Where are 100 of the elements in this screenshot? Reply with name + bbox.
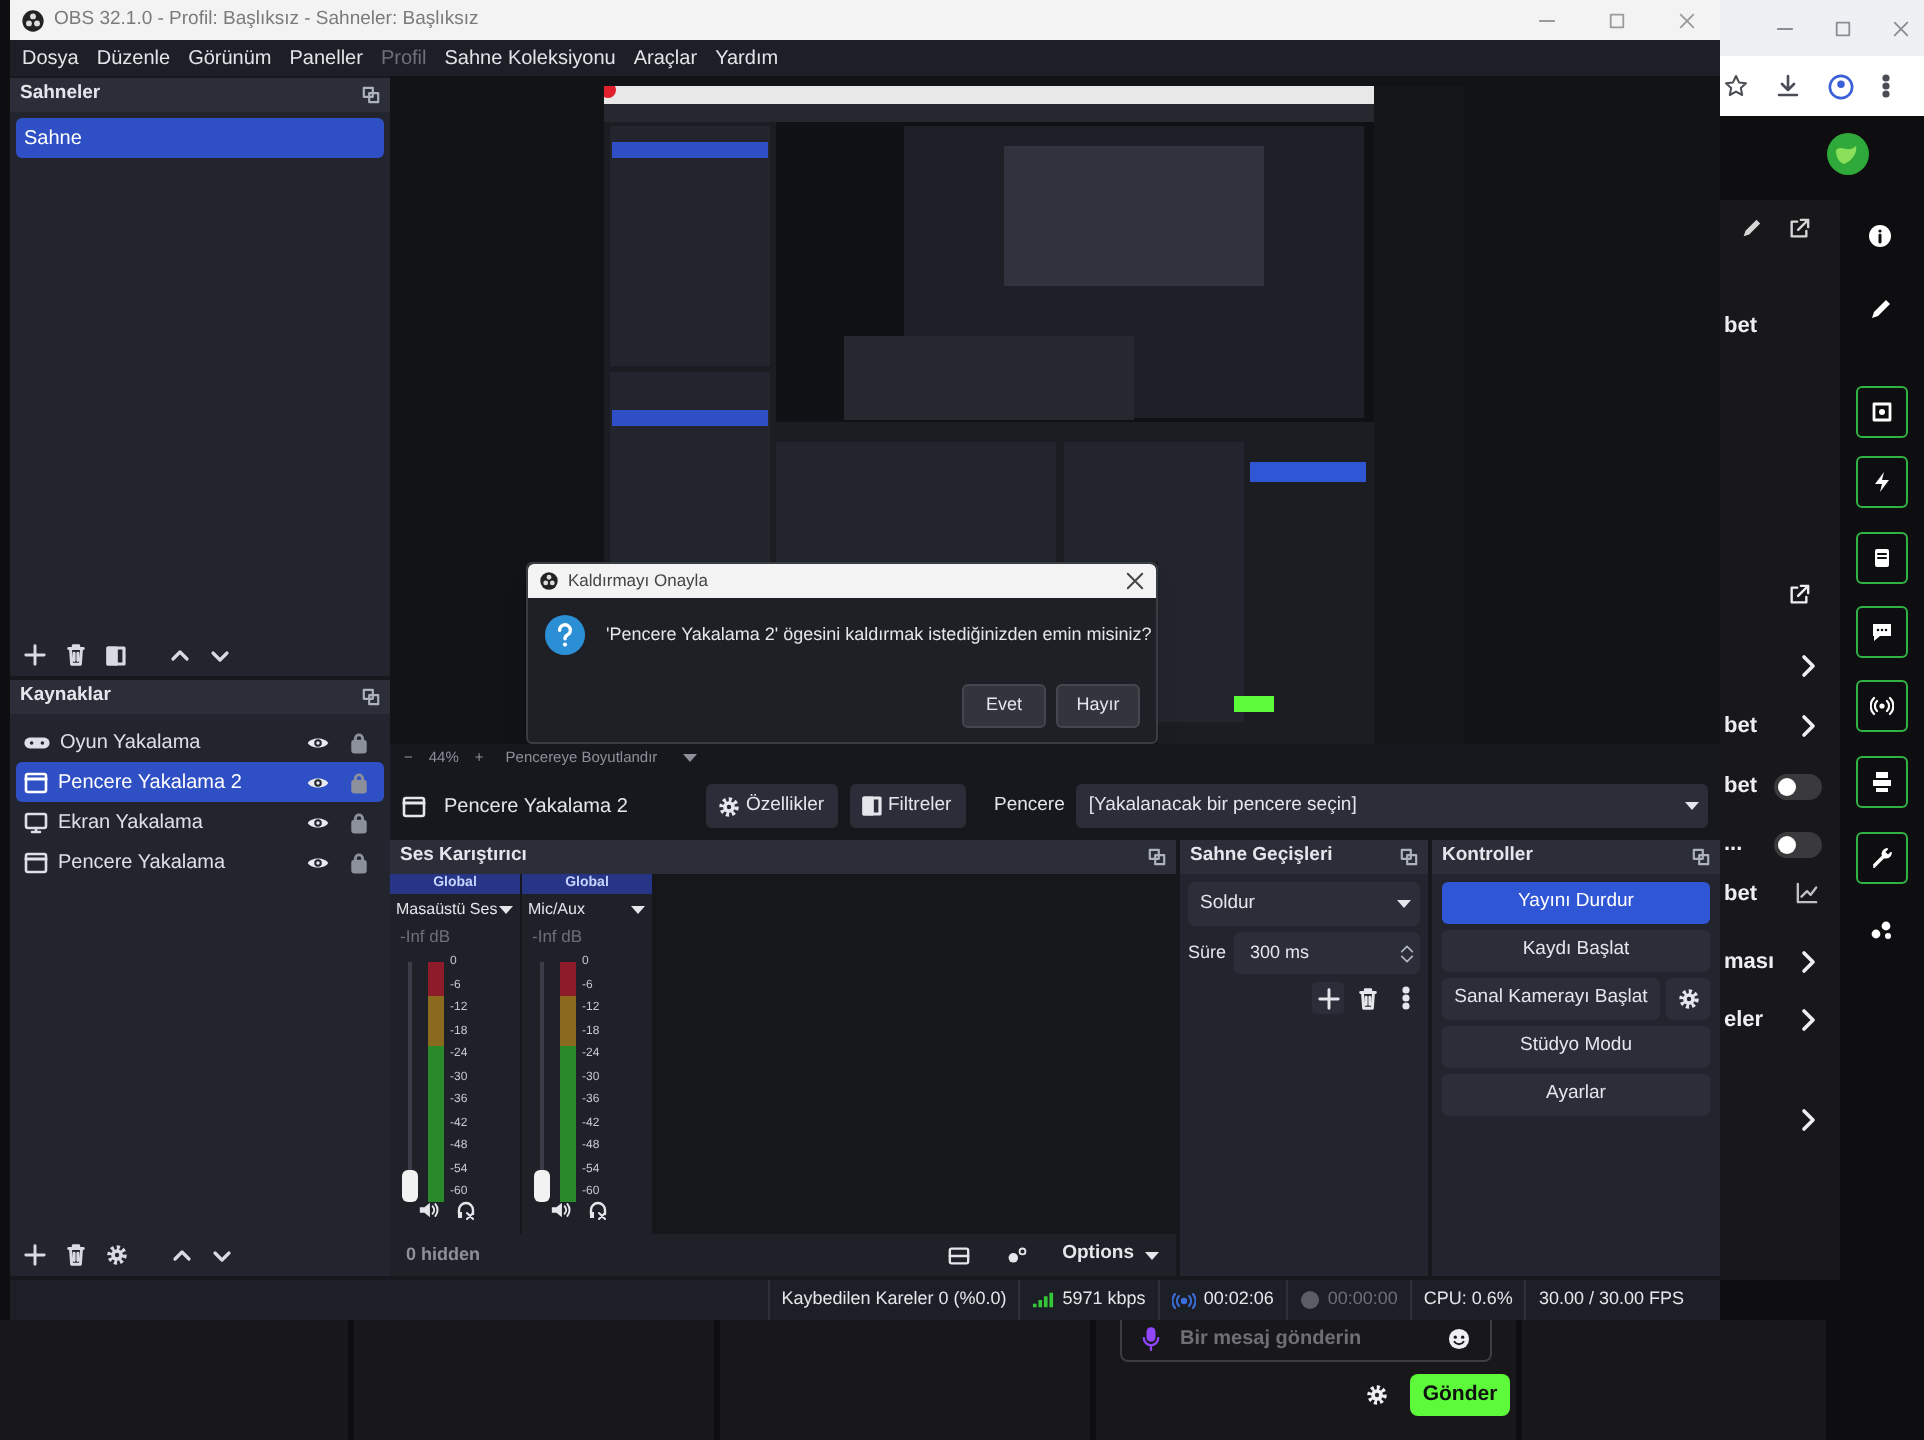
transition-dropdown[interactable]: Soldur	[1188, 882, 1420, 926]
layout-icon[interactable]	[948, 1245, 971, 1265]
send-button[interactable]: Gönder	[1410, 1374, 1510, 1416]
eye-icon[interactable]	[306, 733, 330, 751]
menu-item[interactable]: Dosya	[22, 43, 79, 73]
undock-icon[interactable]	[1692, 848, 1710, 866]
duration-field[interactable]: 300 ms	[1234, 932, 1420, 974]
star-icon[interactable]	[1724, 74, 1748, 98]
download-icon[interactable]	[1776, 74, 1800, 98]
maximize-icon[interactable]	[1608, 11, 1626, 29]
control-button[interactable]: Sanal Kamerayı Başlat	[1442, 978, 1660, 1020]
more-icon[interactable]	[1882, 74, 1890, 98]
source-item[interactable]: Ekran Yakalama	[16, 802, 384, 842]
control-button[interactable]: Stüdyo Modu	[1442, 1026, 1710, 1068]
pencil-icon[interactable]	[1868, 298, 1892, 322]
rail-button[interactable]	[1856, 532, 1908, 584]
lock-icon[interactable]	[350, 851, 368, 873]
plus-icon[interactable]	[24, 1244, 46, 1266]
rail-button[interactable]	[1856, 606, 1908, 658]
source-item[interactable]: Pencere Yakalama	[16, 842, 384, 882]
toggle-switch[interactable]	[1774, 774, 1822, 800]
add-button[interactable]	[1312, 982, 1344, 1014]
options-button[interactable]: Options	[1046, 1240, 1176, 1270]
control-button[interactable]: Yayını Durdur	[1442, 882, 1710, 924]
message-field[interactable]: Bir mesaj gönderin	[1180, 1323, 1428, 1353]
trash-icon[interactable]	[1358, 987, 1378, 1009]
message-box[interactable]: Bir mesaj gönderin	[1120, 1320, 1492, 1362]
rail-button[interactable]	[1856, 680, 1908, 732]
rail-button[interactable]	[1856, 756, 1908, 808]
toggle-switch[interactable]	[1774, 832, 1822, 858]
info-icon[interactable]	[1868, 224, 1892, 248]
control-button[interactable]: Ayarlar	[1442, 1074, 1710, 1116]
up-icon[interactable]	[172, 1245, 192, 1265]
close-icon[interactable]	[1126, 572, 1144, 590]
rail-button[interactable]	[1856, 456, 1908, 508]
menu-item[interactable]: Sahne Koleksiyonu	[444, 43, 616, 73]
plus-icon[interactable]	[24, 644, 46, 666]
undock-icon[interactable]	[1400, 848, 1418, 866]
eye-icon[interactable]	[306, 853, 330, 871]
trash-icon[interactable]	[66, 1244, 86, 1266]
headphone-icon[interactable]	[456, 1200, 476, 1220]
lock-icon[interactable]	[350, 731, 368, 753]
down-icon[interactable]	[210, 645, 230, 665]
speaker-icon[interactable]	[550, 1200, 572, 1220]
chevron-right-icon[interactable]	[1800, 950, 1816, 974]
dialog-button[interactable]: Hayır	[1056, 684, 1140, 728]
fader-handle[interactable]	[402, 1170, 418, 1202]
avatar-icon[interactable]	[1826, 132, 1870, 176]
chevron-right-icon[interactable]	[1800, 1008, 1816, 1032]
fader-handle[interactable]	[534, 1170, 550, 1202]
undock-icon[interactable]	[362, 86, 380, 104]
rail-button[interactable]	[1856, 832, 1908, 884]
chevron-right-icon[interactable]	[1800, 714, 1816, 738]
spin-down-icon[interactable]	[1400, 953, 1414, 963]
pencil-icon[interactable]	[1740, 218, 1762, 240]
caret-icon	[1396, 898, 1412, 910]
chart-icon[interactable]	[1796, 882, 1818, 904]
dialog-button[interactable]: Evet	[962, 684, 1046, 728]
share-icon[interactable]	[1788, 218, 1810, 240]
headphone-icon[interactable]	[588, 1200, 608, 1220]
more-icon[interactable]	[1402, 986, 1410, 1010]
chevron-right-icon[interactable]	[1800, 1108, 1816, 1132]
chevron-right-icon[interactable]	[1800, 654, 1816, 678]
menu-item[interactable]: Paneller	[289, 43, 363, 73]
down-icon[interactable]	[212, 1245, 232, 1265]
window-dropdown[interactable]: [Yakalanacak bir pencere seçin]	[1076, 784, 1708, 828]
eye-icon[interactable]	[306, 773, 330, 791]
scene-item[interactable]: Sahne	[16, 118, 384, 158]
filter-icon[interactable]	[106, 645, 126, 665]
source-item[interactable]: Pencere Yakalama 2	[16, 762, 384, 802]
source-bar-button[interactable]: Filtreler	[850, 784, 966, 828]
profile-icon[interactable]	[1828, 73, 1854, 99]
undock-icon[interactable]	[362, 688, 380, 706]
menu-item[interactable]: Yardım	[715, 43, 779, 73]
settings-icon[interactable]	[106, 1244, 128, 1266]
tool-icon	[1870, 620, 1894, 644]
maximize-icon[interactable]	[1834, 19, 1852, 37]
settings-icon[interactable]	[1366, 1384, 1388, 1406]
source-bar-button[interactable]: Özellikler	[706, 784, 838, 828]
up-icon[interactable]	[170, 645, 190, 665]
volume-slider[interactable]	[534, 962, 550, 1202]
dots-icon[interactable]	[1870, 918, 1894, 942]
control-button[interactable]: Kaydı Başlat	[1442, 930, 1710, 972]
undock-icon[interactable]	[1148, 848, 1166, 866]
rail-button[interactable]	[1856, 386, 1908, 438]
eye-icon[interactable]	[306, 813, 330, 831]
settings-button[interactable]	[1666, 978, 1710, 1020]
speaker-icon[interactable]	[418, 1200, 440, 1220]
menu-item[interactable]: Araçlar	[633, 43, 698, 73]
menu-item[interactable]: Görünüm	[188, 43, 272, 73]
source-item[interactable]: Oyun Yakalama	[16, 722, 384, 762]
advanced-audio-icon[interactable]	[1006, 1245, 1029, 1265]
spin-up-icon[interactable]	[1400, 943, 1414, 953]
channel-name: Mic/Aux	[528, 897, 585, 921]
emoji-icon[interactable]	[1448, 1327, 1470, 1349]
trash-icon[interactable]	[66, 644, 86, 666]
hidden-count: 0 hidden	[404, 1241, 483, 1268]
menu-item[interactable]: Düzenle	[96, 43, 171, 73]
lock-icon[interactable]	[350, 811, 368, 833]
volume-slider[interactable]	[402, 962, 418, 1202]
